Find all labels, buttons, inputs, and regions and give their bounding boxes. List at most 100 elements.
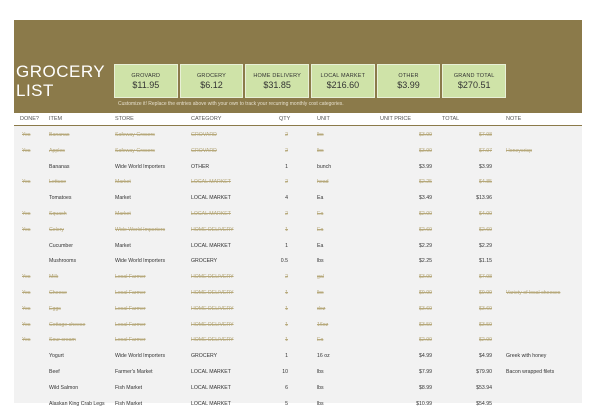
cell-category: LOCAL MARKET [191,242,231,249]
summary-card: OTHER $3.99 [376,64,441,98]
col-category[interactable]: CATEGORY [191,116,221,122]
summary-card: GROVARD $11.95 [114,64,178,98]
summary-label: GRAND TOTAL [453,72,495,79]
table-row[interactable]: Yes Sour cream Local Farmer HOME DELIVERY 1 E… [14,332,582,348]
table-row[interactable]: Yes Celery Wide World Importers HOME DELIVE… [14,222,582,238]
cell-unit: Ea [317,226,324,233]
table-row[interactable]: Tomatoes Market LOCAL MARKET 4 Ea $3.49 $13.96 [14,190,582,206]
cell-price: $3.49 [419,195,432,202]
table-row[interactable]: Yes Cheese Local Farmer HOME DELIVERY 1 lbs $9… [14,285,582,301]
cell-unit: bunch [317,163,332,170]
table-row[interactable]: Yes Lettuce Market LOCAL MARKET 2 head $2.25 $4… [14,174,582,190]
cell-done: Yes [22,226,31,233]
table-row[interactable]: Yes Bananas Safeway Grocers GROVARD 2 lbs $3.9… [14,127,582,143]
cell-qty: 0.5 [280,258,288,265]
col-note[interactable]: NOTE [506,116,521,122]
table-row[interactable]: Yes Apples Safeway Grocers GROVARD 2 lbs $3.99… [14,143,582,159]
cell-qty: 4 [285,195,288,202]
cell-done: Yes [22,211,31,217]
cell-category: LOCAL MARKET [191,195,231,202]
cell-total: $1.15 [479,258,492,265]
cell-category: HOME DELIVERY [191,274,234,281]
cell-note: Bacon wrapped filets [506,369,555,375]
col-qty[interactable]: QTY [279,116,290,122]
cell-qty: 1 [285,163,288,170]
table-row[interactable]: Alaskan King Crab Legs Fish Market LOCAL M… [14,396,582,412]
cell-price: $8.99 [419,384,432,391]
cell-store: Wide World Importers [115,353,166,360]
cell-unit: lbs [317,384,324,391]
col-total[interactable]: TOTAL [442,116,459,122]
cell-unit: lbs [317,369,324,375]
table-row[interactable]: Wild Salmon Fish Market LOCAL MARKET 6 lbs $8… [14,380,582,396]
cell-item: Bananas [49,132,70,138]
cell-category: LOCAL MARKET [191,211,231,217]
cell-item: Wild Salmon [49,384,79,391]
table-row[interactable]: Yes Eggs Local Farmer HOME DELIVERY 1 doz $3.6… [14,301,582,317]
cell-price: $2.69 [419,226,432,233]
cell-qty: 5 [285,400,288,407]
cell-unit: Ea [317,242,324,249]
cell-item: Apples [49,147,65,154]
cell-store: Wide World Importers [115,258,166,265]
col-store[interactable]: STORE [115,116,134,122]
summary-cards: GROVARD $11.95 GROCERY $6.12 HOME DELIVERY… [114,64,507,98]
col-unit-price[interactable]: UNIT PRICE [380,116,411,122]
col-item[interactable]: ITEM [49,116,62,122]
table-row[interactable]: Yes Cottage cheese Local Farmer HOME DELIVE… [14,317,582,333]
cell-qty: 1 [285,353,288,360]
cell-item: Celery [49,226,64,233]
cell-total: $3.59 [479,321,492,328]
cell-total: $54.95 [476,400,492,407]
cell-store: Farmer's Market [115,369,153,375]
cell-price: $9.99 [419,290,432,296]
cell-item: Yogurt [49,353,64,360]
col-unit[interactable]: UNIT [317,116,330,122]
cell-done: Yes [22,274,31,281]
cell-unit: Ea [317,211,324,217]
cell-item: Cucumber [49,242,73,249]
cell-price: $7.99 [419,369,432,375]
cell-price: $3.99 [419,132,432,138]
cell-total: $7.97 [479,147,492,154]
table-header-row: DONE? ITEM STORE CATEGORY QTY UNIT UNIT … [14,113,582,126]
table-row[interactable]: Yogurt Wide World Importers GROCERY 1 16 oz $… [14,348,582,364]
cell-category: LOCAL MARKET [191,384,231,391]
table-row[interactable]: Yes Squash Market LOCAL MARKET 2 Ea $2.00 $4.00 [14,206,582,222]
cell-done: Yes [22,147,31,154]
cell-unit: gal [317,274,324,281]
summary-value: $270.51 [457,79,491,90]
summary-value: $6.12 [200,79,223,90]
cell-item: Cheese [49,290,67,296]
cell-price: $10.99 [416,400,432,407]
summary-card: GROCERY $6.12 [179,64,244,98]
cell-item: Squash [49,211,67,217]
col-done[interactable]: DONE? [20,116,39,122]
cell-price: $3.99 [419,163,432,170]
table-row[interactable]: Beef Farmer's Market LOCAL MARKET 10 lbs $7.9… [14,364,582,380]
cell-price: $2.00 [419,211,432,217]
cell-total: $4.99 [479,353,492,360]
cell-done: Yes [22,132,31,138]
cell-note: Variety of local cheeses [506,290,561,296]
cell-qty: 10 [282,369,288,375]
cell-qty: 2 [285,179,288,186]
table-row[interactable]: Bananas Wide World Importers OTHER 1 bunch $3… [14,159,582,175]
cell-store: Local Farmer [115,337,146,344]
cell-note: Greek with honey [506,353,547,360]
table-row[interactable]: Yes Milk Local Farmer HOME DELIVERY 2 gal $3.9… [14,269,582,285]
cell-done: Yes [22,321,31,328]
cell-qty: 1 [285,305,288,312]
table-row[interactable]: Mushrooms Wide World Importers GROCERY 0.5 l… [14,253,582,269]
cell-item: Sour cream [49,337,76,344]
cell-category: GROCERY [191,353,218,360]
cell-category: HOME DELIVERY [191,321,234,328]
cell-unit: lbs [317,147,324,154]
cell-store: Safeway Grocers [115,132,155,138]
cell-done: Yes [22,179,31,186]
cell-note: Honeycrisp [506,147,532,154]
cell-qty: 6 [285,384,288,391]
cell-unit: 16oz [317,321,329,328]
table-row[interactable]: Cucumber Market LOCAL MARKET 1 Ea $2.29 $2.29 [14,238,582,254]
summary-value: $3.99 [397,79,420,90]
